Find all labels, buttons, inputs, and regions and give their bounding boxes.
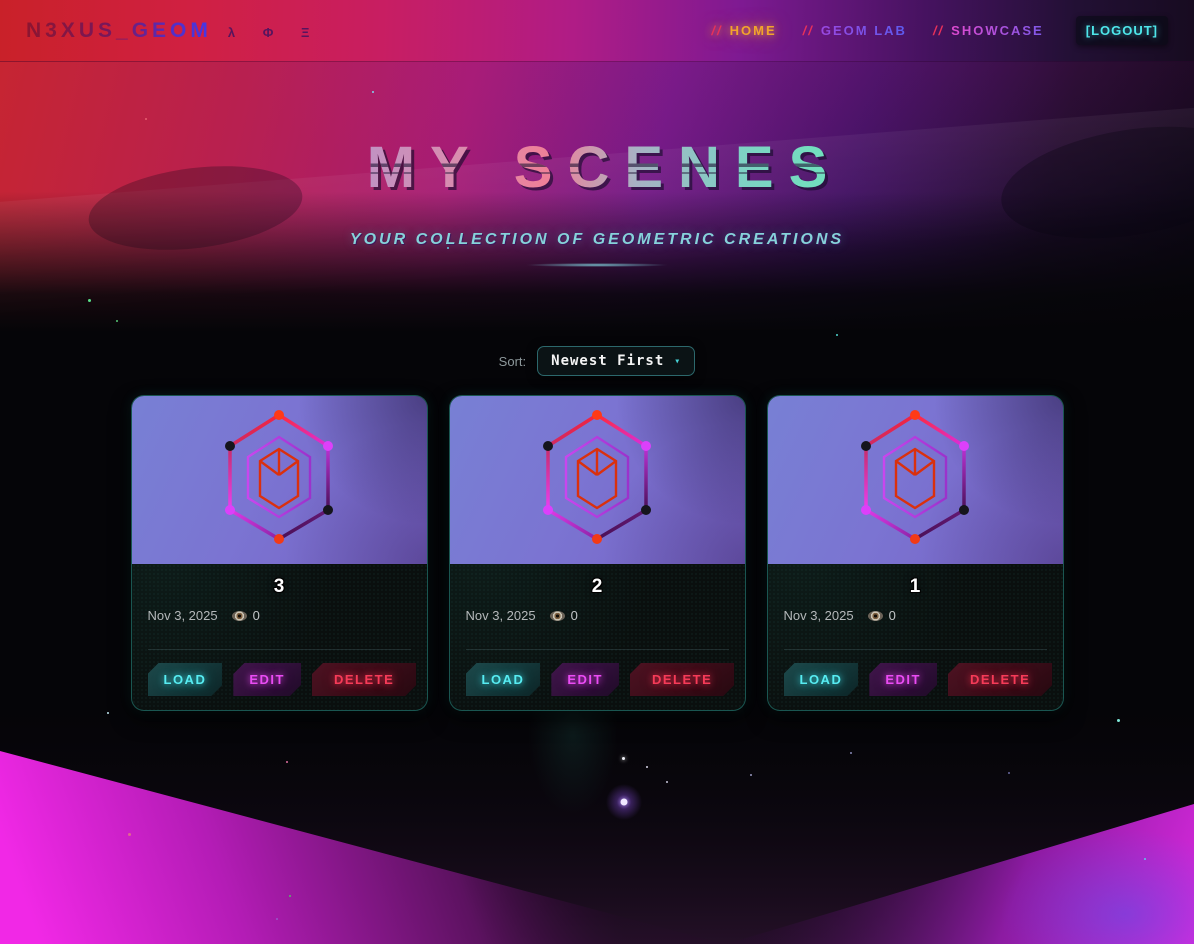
- nav-slash: //: [803, 23, 814, 38]
- card-divider: [466, 649, 729, 650]
- scene-card-grid: 3 Nov 3, 2025 0 LOAD EDIT DELETE: [0, 395, 1194, 711]
- scene-preview: [132, 396, 427, 564]
- top-nav-bar: N3XUS_GEOM λ Φ Ξ // HOME // GEOM LAB // SHO…: [0, 0, 1194, 62]
- scene-preview: [450, 396, 745, 564]
- star: [836, 334, 838, 336]
- card-divider: [784, 649, 1047, 650]
- scene-title: 3: [132, 564, 427, 598]
- chevron-down-icon: ▾: [674, 356, 681, 367]
- views-count: 0: [889, 608, 896, 623]
- star: [646, 766, 648, 768]
- edit-button[interactable]: EDIT: [869, 663, 937, 696]
- nav-slash: //: [933, 23, 944, 38]
- nav-item-home[interactable]: // HOME: [711, 23, 776, 38]
- scene-title: 2: [450, 564, 745, 598]
- star: [1117, 719, 1120, 722]
- load-button[interactable]: LOAD: [148, 663, 223, 696]
- star: [286, 761, 288, 763]
- sort-row: Sort: Newest First ▾: [0, 346, 1194, 376]
- scene-date: Nov 3, 2025: [148, 608, 218, 623]
- nav-item-showcase[interactable]: // SHOWCASE: [933, 23, 1044, 38]
- hexagon-graphic: [179, 405, 379, 555]
- scene-card-body: 3 Nov 3, 2025 0 LOAD EDIT DELETE: [132, 564, 427, 711]
- scene-preview: [768, 396, 1063, 564]
- scene-card-body: 2 Nov 3, 2025 0 LOAD EDIT DELETE: [450, 564, 745, 711]
- scenes-main: Sort: Newest First ▾: [0, 346, 1194, 711]
- star: [666, 781, 668, 783]
- delete-button[interactable]: DELETE: [948, 663, 1052, 696]
- hexagon-graphic: [815, 405, 1015, 555]
- star: [276, 918, 278, 920]
- star: [850, 752, 852, 754]
- edit-button[interactable]: EDIT: [551, 663, 619, 696]
- title-divider: [527, 263, 667, 267]
- app-logo: N3XUS_GEOM: [26, 19, 212, 43]
- brand[interactable]: N3XUS_GEOM λ Φ Ξ: [26, 19, 321, 43]
- nav-item-geom-lab[interactable]: // GEOM LAB: [803, 23, 907, 38]
- views-count: 0: [253, 608, 260, 623]
- scene-date: Nov 3, 2025: [784, 608, 854, 623]
- scene-actions: LOAD EDIT DELETE: [450, 663, 745, 696]
- nav-label: SHOWCASE: [951, 23, 1044, 38]
- sort-label: Sort:: [499, 354, 526, 369]
- page-subtitle: YOUR COLLECTION OF GEOMETRIC CREATIONS: [0, 231, 1194, 249]
- star: [1144, 858, 1146, 860]
- delete-button[interactable]: DELETE: [312, 663, 416, 696]
- scene-meta: Nov 3, 2025 0: [132, 608, 427, 623]
- page-title: MY SCENES: [352, 134, 843, 201]
- star: [128, 833, 131, 836]
- hero-section: MY SCENES YOUR COLLECTION OF GEOMETRIC C…: [0, 62, 1194, 332]
- scene-card-body: 1 Nov 3, 2025 0 LOAD EDIT DELETE: [768, 564, 1063, 711]
- scene-card: 2 Nov 3, 2025 0 LOAD EDIT DELETE: [449, 395, 746, 711]
- card-divider: [148, 649, 411, 650]
- views-count: 0: [571, 608, 578, 623]
- sort-dropdown[interactable]: Newest First ▾: [537, 346, 695, 376]
- star: [107, 712, 109, 714]
- views-eye-icon: [868, 611, 883, 621]
- scene-card: 3 Nov 3, 2025 0 LOAD EDIT DELETE: [131, 395, 428, 711]
- main-nav: // HOME // GEOM LAB // SHOWCASE [LOGOUT]: [711, 16, 1168, 45]
- logout-button[interactable]: [LOGOUT]: [1076, 16, 1168, 45]
- load-button[interactable]: LOAD: [784, 663, 859, 696]
- star: [750, 774, 752, 776]
- delete-button[interactable]: DELETE: [630, 663, 734, 696]
- views-eye-icon: [550, 611, 565, 621]
- scene-title: 1: [768, 564, 1063, 598]
- scene-meta: Nov 3, 2025 0: [768, 608, 1063, 623]
- scene-date: Nov 3, 2025: [466, 608, 536, 623]
- star: [1008, 772, 1010, 774]
- edit-button[interactable]: EDIT: [233, 663, 301, 696]
- page: N3XUS_GEOM λ Φ Ξ // HOME // GEOM LAB // SHO…: [0, 0, 1194, 944]
- load-button[interactable]: LOAD: [466, 663, 541, 696]
- scene-card: 1 Nov 3, 2025 0 LOAD EDIT DELETE: [767, 395, 1064, 711]
- synthwave-mountains: [0, 694, 1194, 944]
- nav-slash: //: [711, 23, 722, 38]
- scene-actions: LOAD EDIT DELETE: [768, 663, 1063, 696]
- nav-label: HOME: [730, 23, 777, 38]
- hexagon-graphic: [497, 405, 697, 555]
- scene-actions: LOAD EDIT DELETE: [132, 663, 427, 696]
- sort-selected-value: Newest First: [551, 353, 664, 369]
- views-eye-icon: [232, 611, 247, 621]
- nav-label: GEOM LAB: [821, 23, 907, 38]
- star: [622, 757, 625, 760]
- scene-meta: Nov 3, 2025 0: [450, 608, 745, 623]
- star: [289, 895, 291, 897]
- logo-glyphs-icon: λ Φ Ξ: [228, 25, 322, 40]
